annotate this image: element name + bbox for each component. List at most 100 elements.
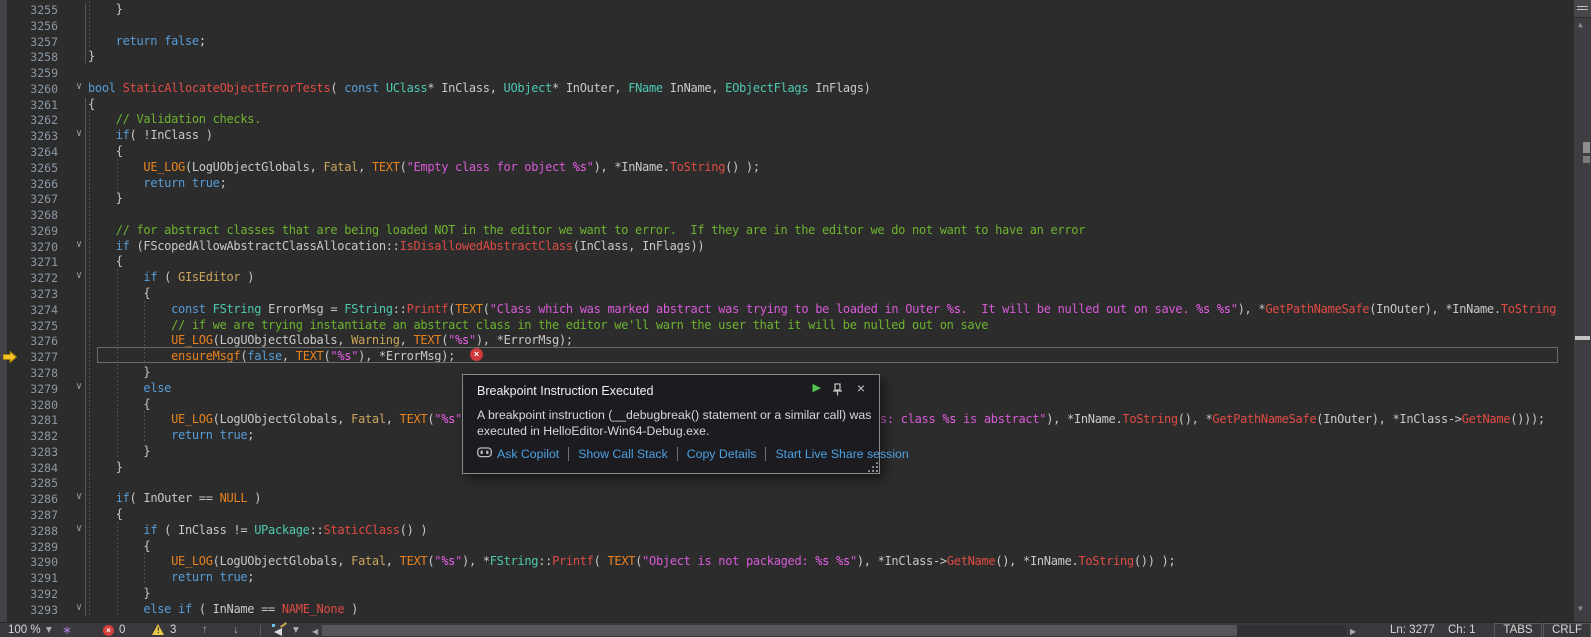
eol-indicator[interactable]: CRLF — [1543, 623, 1591, 637]
code-editor[interactable]: 3255}32563257return false;3258}32593260∨… — [0, 0, 1574, 622]
code-line[interactable]: 3255} — [0, 1, 1566, 17]
chevron-down-icon[interactable]: ▾ — [293, 623, 299, 637]
fold-collapse-icon[interactable]: ∨ — [76, 523, 90, 534]
code-line[interactable]: 3286∨if( InOuter == NULL ) — [0, 490, 1566, 506]
code-line[interactable]: 3261{ — [0, 96, 1566, 112]
horizontal-scrollbar-thumb[interactable] — [322, 625, 1237, 636]
line-number[interactable]: 3293 — [12, 603, 58, 617]
code-line[interactable]: 3272∨if ( GIsEditor ) — [0, 269, 1566, 285]
line-number[interactable]: 3283 — [12, 445, 58, 459]
code-line[interactable]: 3263∨if( !InClass ) — [0, 127, 1566, 143]
scroll-down-icon[interactable]: ▼ — [1578, 604, 1583, 613]
horizontal-scrollbar[interactable] — [322, 625, 1346, 636]
line-number[interactable]: 3260 — [12, 82, 58, 96]
line-number[interactable]: 3262 — [12, 113, 58, 127]
line-number[interactable]: 3268 — [12, 208, 58, 222]
line-number[interactable]: 3263 — [12, 129, 58, 143]
line-number[interactable]: 3270 — [12, 240, 58, 254]
code-line[interactable]: 3287{ — [0, 506, 1566, 522]
line-number[interactable]: 3273 — [12, 287, 58, 301]
close-icon[interactable]: × — [857, 380, 865, 396]
chevron-down-icon[interactable]: ▾ — [46, 623, 52, 637]
error-count[interactable]: 0 — [119, 623, 125, 637]
code-line[interactable]: 3258} — [0, 48, 1566, 64]
line-number[interactable]: 3272 — [12, 271, 58, 285]
line-number[interactable]: 3267 — [12, 192, 58, 206]
scroll-up-icon[interactable]: ▲ — [1578, 20, 1583, 29]
fold-collapse-icon[interactable]: ∨ — [76, 491, 90, 502]
fold-collapse-icon[interactable]: ∨ — [76, 270, 90, 281]
code-line[interactable]: 3276UE_LOG(LogUObjectGlobals, Warning, T… — [0, 332, 1566, 348]
line-number[interactable]: 3265 — [12, 161, 58, 175]
code-line[interactable]: 3256 — [0, 17, 1566, 33]
line-number[interactable]: 3281 — [12, 413, 58, 427]
line-number[interactable]: 3276 — [12, 334, 58, 348]
zoom-control[interactable]: 100 % — [8, 623, 41, 637]
popup-action-ask-copilot[interactable]: Ask Copilot — [497, 447, 559, 461]
line-number[interactable]: 3279 — [12, 382, 58, 396]
health-indicator-icon[interactable]: ∗ — [62, 623, 72, 637]
code-line[interactable]: 3288∨if ( InClass != UPackage::StaticCla… — [0, 522, 1566, 538]
code-line[interactable]: 3273{ — [0, 285, 1566, 301]
line-number[interactable]: 3271 — [12, 255, 58, 269]
split-editor-handle[interactable] — [1574, 0, 1591, 18]
line-number[interactable]: 3278 — [12, 366, 58, 380]
line-number[interactable]: 3264 — [12, 145, 58, 159]
line-number[interactable]: 3277 — [12, 350, 58, 364]
line-number[interactable]: 3259 — [12, 66, 58, 80]
code-line[interactable]: 3270∨if (FScopedAllowAbstractClassAlloca… — [0, 238, 1566, 254]
code-line[interactable]: 3265UE_LOG(LogUObjectGlobals, Fatal, TEX… — [0, 159, 1566, 175]
line-number[interactable]: 3289 — [12, 540, 58, 554]
fold-collapse-icon[interactable]: ∨ — [76, 602, 90, 613]
code-line[interactable]: 3269// for abstract classes that are bei… — [0, 222, 1566, 238]
code-line[interactable]: 3271{ — [0, 253, 1566, 269]
code-line[interactable]: 3285 — [0, 474, 1566, 490]
column-indicator[interactable]: Ch: 1 — [1448, 623, 1476, 637]
line-number[interactable]: 3275 — [12, 319, 58, 333]
resize-grip[interactable] — [867, 461, 878, 472]
line-number[interactable]: 3292 — [12, 587, 58, 601]
error-badge-icon[interactable]: × — [470, 348, 483, 361]
line-number[interactable]: 3291 — [12, 571, 58, 585]
fold-collapse-icon[interactable]: ∨ — [76, 381, 90, 392]
code-line[interactable]: 3289{ — [0, 538, 1566, 554]
fold-collapse-icon[interactable]: ∨ — [76, 128, 90, 139]
line-number[interactable]: 3280 — [12, 398, 58, 412]
code-line[interactable]: 3266return true; — [0, 175, 1566, 191]
code-line[interactable]: 3260∨bool StaticAllocateObjectErrorTests… — [0, 80, 1566, 96]
scroll-right-icon[interactable]: ▶ — [1350, 625, 1356, 637]
code-line[interactable]: 3268 — [0, 206, 1566, 222]
popup-action-show-call-stack[interactable]: Show Call Stack — [578, 447, 668, 461]
line-number[interactable]: 3274 — [12, 303, 58, 317]
line-number[interactable]: 3285 — [12, 476, 58, 490]
code-line[interactable]: 3262// Validation checks. — [0, 111, 1566, 127]
line-number[interactable]: 3282 — [12, 429, 58, 443]
code-line[interactable]: 3264{ — [0, 143, 1566, 159]
line-number[interactable]: 3269 — [12, 224, 58, 238]
fold-collapse-icon[interactable]: ∨ — [76, 239, 90, 250]
code-line[interactable]: 3291return true; — [0, 569, 1566, 585]
popup-action-start-live-share[interactable]: Start Live Share session — [775, 447, 908, 461]
error-count-icon[interactable]: × — [103, 625, 114, 636]
code-line[interactable]: 3290UE_LOG(LogUObjectGlobals, Fatal, TEX… — [0, 553, 1566, 569]
line-number[interactable]: 3286 — [12, 492, 58, 506]
line-number[interactable]: 3284 — [12, 461, 58, 475]
code-line[interactable]: 3257return false; — [0, 33, 1566, 49]
line-number[interactable]: 3257 — [12, 35, 58, 49]
line-number[interactable]: 3266 — [12, 177, 58, 191]
line-number[interactable]: 3261 — [12, 98, 58, 112]
code-line[interactable]: 3274const FString ErrorMsg = FString::Pr… — [0, 301, 1566, 317]
line-number[interactable]: 3287 — [12, 508, 58, 522]
prev-issue-icon[interactable]: ↑ — [202, 623, 208, 637]
code-line[interactable]: 3292} — [0, 585, 1566, 601]
scroll-left-icon[interactable]: ◀ — [312, 625, 318, 637]
line-number[interactable]: 3255 — [12, 3, 58, 17]
pin-icon[interactable] — [832, 383, 843, 401]
line-number[interactable]: 3256 — [12, 19, 58, 33]
popup-action-copy-details[interactable]: Copy Details — [687, 447, 757, 461]
code-line[interactable]: 3267} — [0, 190, 1566, 206]
line-number[interactable]: 3290 — [12, 555, 58, 569]
warning-count[interactable]: 3 — [170, 623, 176, 637]
line-number[interactable]: 3258 — [12, 50, 58, 64]
indent-mode-indicator[interactable]: TABS — [1494, 623, 1542, 637]
